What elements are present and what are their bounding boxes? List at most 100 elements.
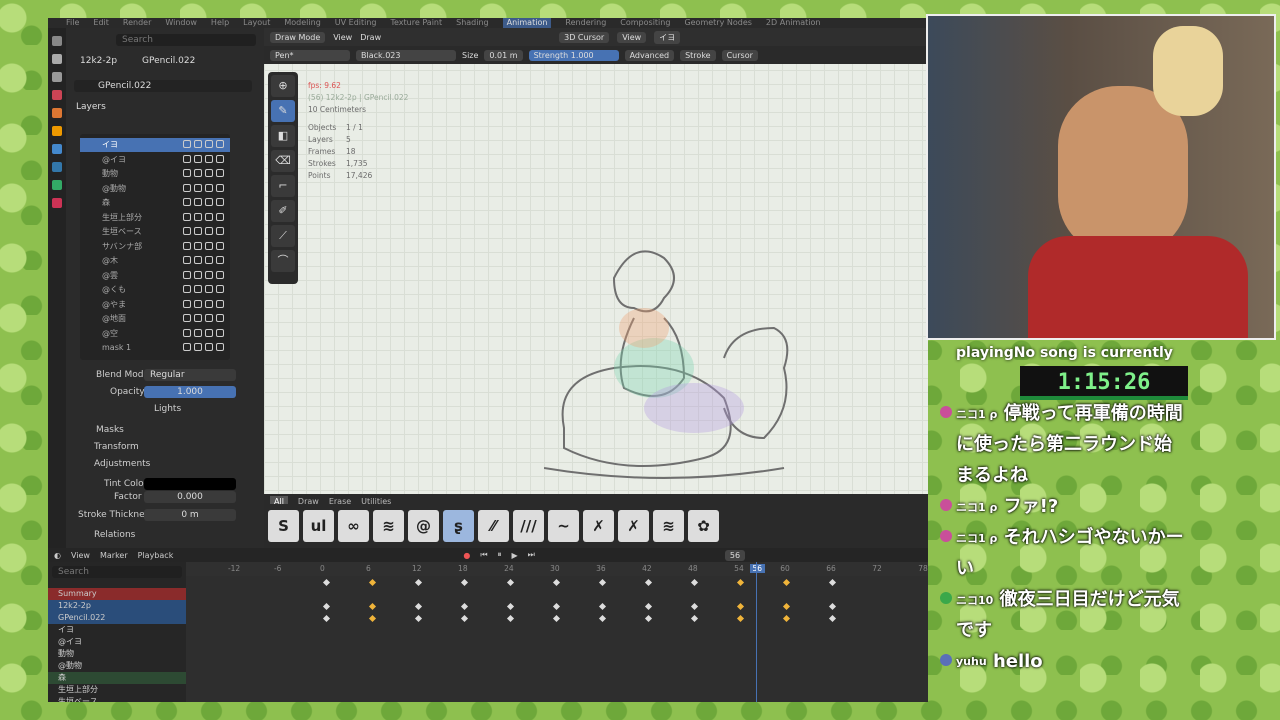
masks-panel[interactable]: Masks bbox=[96, 423, 124, 437]
keyframe[interactable] bbox=[691, 614, 699, 623]
channel-row[interactable]: 動物 bbox=[48, 648, 186, 660]
keyframe[interactable] bbox=[691, 602, 699, 611]
layer-visibility-icon[interactable] bbox=[205, 328, 213, 337]
brush-select[interactable]: Pen* bbox=[270, 49, 350, 61]
object-tab-icon[interactable] bbox=[52, 126, 62, 136]
draw-menu[interactable]: Draw bbox=[360, 33, 381, 42]
keyframe[interactable] bbox=[829, 578, 837, 587]
layer-onion-icon[interactable] bbox=[194, 140, 202, 148]
brush-thumbnail[interactable]: ul bbox=[303, 510, 334, 542]
layer-row[interactable]: 動物 bbox=[80, 167, 230, 181]
timeline-view-menu[interactable]: View bbox=[71, 551, 90, 560]
output-tab-icon[interactable] bbox=[52, 72, 62, 82]
layer-visibility-icon[interactable] bbox=[205, 285, 213, 293]
layer-mask-icon[interactable] bbox=[183, 212, 191, 221]
layer-row[interactable]: @くも bbox=[80, 283, 230, 297]
layer-visibility-icon[interactable] bbox=[205, 140, 213, 148]
keyframe[interactable] bbox=[507, 578, 515, 587]
layer-mask-icon[interactable] bbox=[183, 343, 191, 351]
scene-tab-icon[interactable] bbox=[52, 90, 62, 100]
layer-lock-icon[interactable] bbox=[216, 154, 224, 163]
channel-row[interactable]: Summary bbox=[48, 588, 186, 600]
fill-tool-icon[interactable]: ◧ bbox=[271, 125, 295, 147]
keyframe[interactable] bbox=[691, 578, 699, 587]
layer-select[interactable]: イヨ bbox=[654, 30, 681, 44]
channel-row[interactable]: 12k2-2p bbox=[48, 600, 186, 612]
brush-thumbnail[interactable]: ✿ bbox=[688, 510, 719, 542]
layer-onion-icon[interactable] bbox=[194, 183, 202, 192]
keyframe[interactable] bbox=[461, 602, 469, 611]
record-icon[interactable]: ● bbox=[463, 551, 470, 560]
keyframe[interactable] bbox=[507, 614, 515, 623]
material-select[interactable]: Black.023 bbox=[356, 49, 456, 61]
layer-lock-icon[interactable] bbox=[216, 198, 224, 206]
layer-lock-icon[interactable] bbox=[216, 169, 224, 177]
layer-mask-icon[interactable] bbox=[183, 256, 191, 264]
keyframe[interactable] bbox=[368, 578, 377, 587]
advanced-dropdown[interactable]: Advanced bbox=[624, 49, 675, 61]
channel-row[interactable]: @イヨ bbox=[48, 636, 186, 648]
layer-lock-icon[interactable] bbox=[216, 328, 224, 337]
menu-window[interactable]: Window bbox=[165, 18, 197, 28]
layer-mask-icon[interactable] bbox=[183, 198, 191, 206]
keyframe[interactable] bbox=[737, 614, 745, 623]
keyframe[interactable] bbox=[645, 578, 653, 587]
layer-mask-icon[interactable] bbox=[183, 285, 191, 293]
layer-visibility-icon[interactable] bbox=[205, 343, 213, 351]
brush-thumbnail[interactable]: /// bbox=[513, 510, 544, 542]
menu-help[interactable]: Help bbox=[211, 18, 229, 28]
layer-row[interactable]: mask 1 bbox=[80, 341, 230, 355]
layer-onion-icon[interactable] bbox=[194, 241, 202, 250]
workspace-tab-2danim[interactable]: 2D Animation bbox=[766, 18, 821, 28]
keyframe[interactable] bbox=[645, 602, 653, 611]
workspace-tab-rendering[interactable]: Rendering bbox=[565, 18, 606, 28]
gpencil-datablock-field[interactable]: GPencil.022 bbox=[74, 80, 252, 92]
keyframe[interactable] bbox=[737, 578, 745, 587]
line-tool-icon[interactable]: ⌐ bbox=[271, 175, 295, 197]
layer-visibility-icon[interactable] bbox=[205, 299, 213, 308]
layer-onion-icon[interactable] bbox=[194, 154, 202, 163]
layer-row[interactable]: 森 bbox=[80, 196, 230, 210]
view-menu[interactable]: View bbox=[333, 33, 352, 42]
render-tab-icon[interactable] bbox=[52, 54, 62, 64]
blend-mode-select[interactable]: Regular bbox=[144, 369, 236, 381]
layer-lock-icon[interactable] bbox=[216, 343, 224, 351]
tool-tab-icon[interactable] bbox=[52, 36, 62, 46]
layer-onion-icon[interactable] bbox=[194, 285, 202, 293]
brush-thumbnail[interactable]: ✗ bbox=[583, 510, 614, 542]
layer-mask-icon[interactable] bbox=[183, 183, 191, 192]
layer-lock-icon[interactable] bbox=[216, 314, 224, 322]
workspace-tab-animation[interactable]: Animation bbox=[502, 18, 552, 28]
keyframe[interactable] bbox=[599, 614, 607, 623]
jump-start-icon[interactable]: ⏮ bbox=[480, 550, 487, 560]
layer-onion-icon[interactable] bbox=[194, 169, 202, 177]
layer-visibility-icon[interactable] bbox=[205, 154, 213, 163]
keyframe[interactable] bbox=[553, 614, 561, 623]
strength-slider[interactable]: Strength 1.000 bbox=[528, 49, 619, 61]
adjustments-panel[interactable]: Adjustments bbox=[94, 457, 150, 471]
data-tab-icon[interactable] bbox=[52, 180, 62, 190]
layer-row[interactable]: @イヨ bbox=[80, 153, 230, 167]
layer-lock-icon[interactable] bbox=[216, 212, 224, 221]
layer-row[interactable]: @地面 bbox=[80, 312, 230, 326]
layer-lock-icon[interactable] bbox=[216, 227, 224, 235]
tint-tool-icon[interactable]: ✐ bbox=[271, 200, 295, 222]
layer-onion-icon[interactable] bbox=[194, 270, 202, 279]
channel-row[interactable]: 森 bbox=[48, 672, 186, 684]
layer-row[interactable]: @木 bbox=[80, 254, 230, 268]
layer-row[interactable]: イヨ bbox=[80, 138, 230, 152]
brush-thumbnail[interactable]: ʂ bbox=[443, 510, 474, 542]
layer-visibility-icon[interactable] bbox=[205, 270, 213, 279]
brush-tab-draw[interactable]: Draw bbox=[298, 496, 319, 506]
keyframe[interactable] bbox=[783, 578, 791, 587]
layer-row[interactable]: @空 bbox=[80, 327, 230, 341]
workspace-tab-modeling[interactable]: Modeling bbox=[284, 18, 320, 28]
channel-row[interactable]: 生垣上部分 bbox=[48, 684, 186, 696]
brush-thumbnail[interactable]: @ bbox=[408, 510, 439, 542]
layers-heading[interactable]: Layers bbox=[76, 100, 106, 114]
effects-tab-icon[interactable] bbox=[52, 162, 62, 172]
layer-lock-icon[interactable] bbox=[216, 140, 224, 148]
size-field[interactable]: 0.01 m bbox=[484, 49, 523, 61]
view-select[interactable]: View bbox=[617, 31, 647, 43]
channel-row[interactable]: 生垣ベース bbox=[48, 696, 186, 702]
